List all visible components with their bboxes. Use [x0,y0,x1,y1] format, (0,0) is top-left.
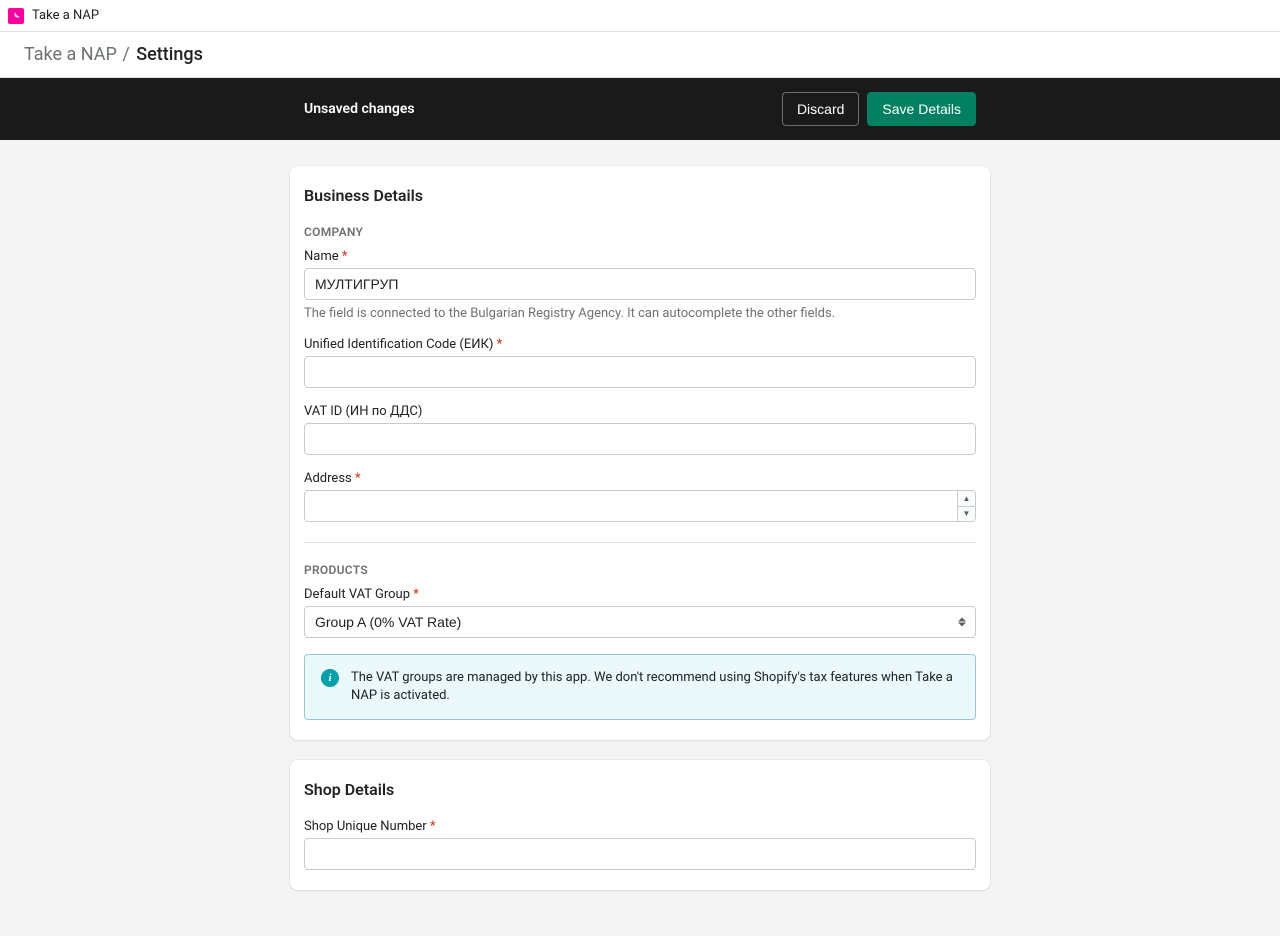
business-details-card: Business Details COMPANY Name * The fiel… [290,166,990,740]
address-stepper: ▲ ▼ [957,491,975,521]
shop-details-card: Shop Details Shop Unique Number * [290,760,990,890]
breadcrumb-current: Settings [136,44,203,65]
save-details-button[interactable]: Save Details [867,92,976,126]
address-label: Address * [304,471,976,486]
unsaved-changes-text: Unsaved changes [304,101,415,117]
shop-details-title: Shop Details [290,780,990,799]
app-name: Take a NAP [32,8,99,23]
address-step-up[interactable]: ▲ [958,491,975,507]
vat-info-text: The VAT groups are managed by this app. … [351,669,959,705]
breadcrumb-separator: / [122,44,134,65]
business-details-title: Business Details [290,186,990,205]
vat-group-label: Default VAT Group * [304,587,976,602]
shop-unique-number-label: Shop Unique Number * [304,819,976,834]
vat-id-input[interactable] [304,423,976,455]
address-step-down[interactable]: ▼ [958,507,975,522]
eik-input[interactable] [304,356,976,388]
discard-button[interactable]: Discard [782,92,859,126]
info-icon: i [321,669,339,687]
company-name-input[interactable] [304,268,976,300]
company-section-heading: COMPANY [304,225,976,239]
vat-group-select[interactable] [304,606,976,638]
unsaved-changes-bar: Unsaved changes Discard Save Details [0,78,1280,140]
section-divider [304,542,976,543]
vat-id-field: VAT ID (ИН по ДДС) [304,404,976,455]
breadcrumb: Take a NAP / Settings [0,32,1280,78]
company-name-field: Name * The field is connected to the Bul… [304,249,976,321]
company-name-helper: The field is connected to the Bulgarian … [304,306,976,321]
breadcrumb-parent[interactable]: Take a NAP [24,44,117,65]
shop-unique-number-field: Shop Unique Number * [304,819,976,870]
app-header-bar: Take a NAP [0,0,1280,32]
page-content: Business Details COMPANY Name * The fiel… [0,140,1280,936]
products-section-heading: PRODUCTS [304,563,976,577]
vat-info-banner: i The VAT groups are managed by this app… [304,654,976,720]
address-field: Address * ▲ ▼ [304,471,976,522]
save-actions: Discard Save Details [782,92,976,126]
shop-unique-number-input[interactable] [304,838,976,870]
vat-group-field: Default VAT Group * [304,587,976,638]
eik-label: Unified Identification Code (ЕИК) * [304,337,976,352]
vat-id-label: VAT ID (ИН по ДДС) [304,404,976,419]
moon-icon [11,11,21,21]
app-icon [8,8,24,24]
eik-field: Unified Identification Code (ЕИК) * [304,337,976,388]
address-input[interactable] [304,490,976,522]
company-name-label: Name * [304,249,976,264]
